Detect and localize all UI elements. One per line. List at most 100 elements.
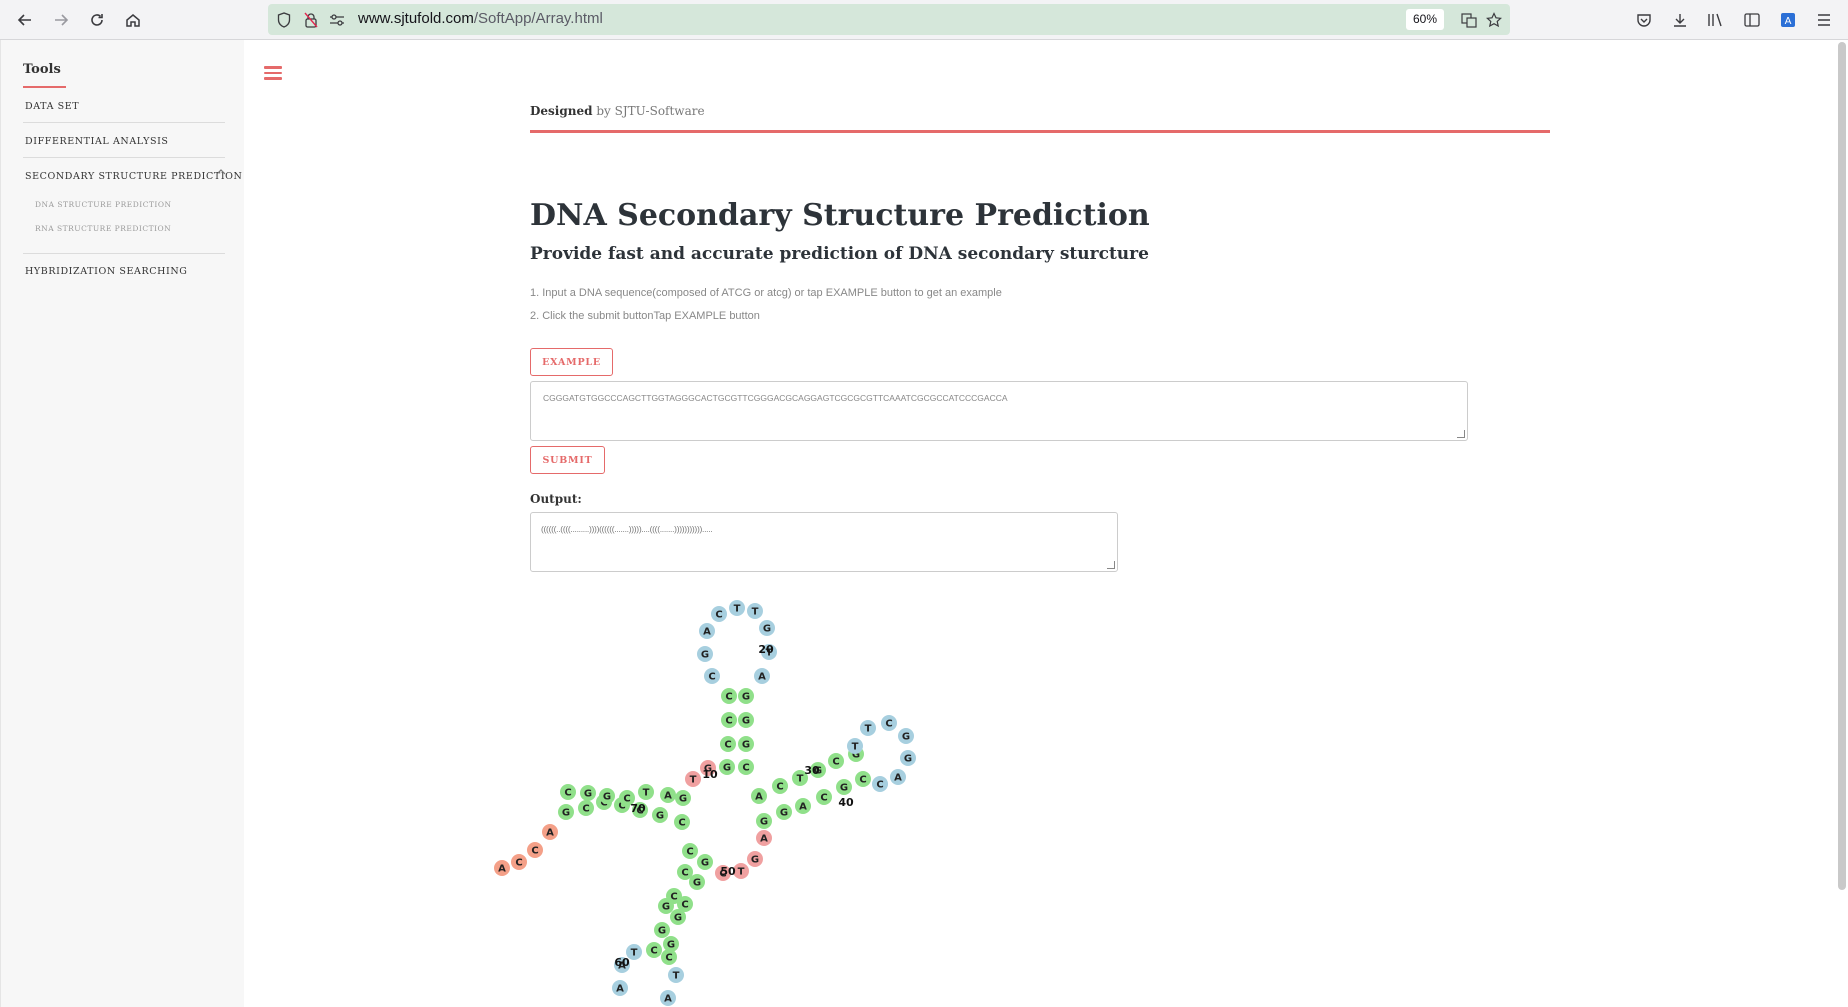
svg-text:G: G bbox=[656, 811, 664, 822]
svg-text:C: C bbox=[715, 610, 722, 621]
svg-text:A: A bbox=[664, 994, 672, 1005]
nucleotide: G bbox=[697, 646, 713, 662]
sidebar-title-underline bbox=[23, 86, 66, 88]
nucleotide: A bbox=[756, 830, 772, 846]
svg-text:A: A bbox=[498, 864, 506, 875]
sidebar-item-data-set[interactable]: DATA SET bbox=[25, 101, 79, 112]
index-label: 50 bbox=[720, 865, 736, 878]
nucleotide: A bbox=[660, 787, 676, 803]
svg-text:G: G bbox=[701, 858, 709, 869]
chevron-up-icon[interactable] bbox=[216, 168, 226, 178]
svg-text:C: C bbox=[708, 672, 715, 683]
nucleotide: C bbox=[872, 776, 888, 792]
nucleotide: C bbox=[855, 771, 871, 787]
url-domain: www.sjtufold.com bbox=[358, 10, 474, 27]
lock-warning-icon[interactable] bbox=[302, 11, 320, 29]
download-icon[interactable] bbox=[1668, 8, 1692, 32]
nucleotide: T bbox=[638, 784, 654, 800]
sidebar-item-differential-analysis[interactable]: DIFFERENTIAL ANALYSIS bbox=[25, 136, 169, 147]
svg-text:A: A bbox=[894, 773, 902, 784]
pocket-icon[interactable] bbox=[1632, 8, 1656, 32]
nucleotide: C bbox=[721, 688, 737, 704]
sidebar-toggle-icon[interactable] bbox=[1740, 8, 1764, 32]
address-bar[interactable]: www.sjtufold.com/SoftApp/Array.html 60% bbox=[268, 4, 1510, 35]
svg-text:G: G bbox=[674, 913, 682, 924]
svg-text:G: G bbox=[562, 808, 570, 819]
sidebar-item-secondary-structure-prediction[interactable]: SECONDARY STRUCTURE PREDICTION bbox=[25, 171, 242, 182]
svg-text:G: G bbox=[658, 926, 666, 937]
nucleotide: A bbox=[612, 980, 628, 996]
nucleotide: A bbox=[795, 798, 811, 814]
index-label: 30 bbox=[804, 764, 820, 777]
svg-text:C: C bbox=[885, 719, 892, 730]
svg-text:C: C bbox=[681, 868, 688, 879]
nucleotide: C bbox=[674, 814, 690, 830]
shield-icon[interactable] bbox=[275, 11, 293, 29]
sidebar-divider bbox=[23, 122, 225, 123]
sidebar-subitem-rna-structure-prediction[interactable]: RNA STRUCTURE PREDICTION bbox=[35, 224, 171, 233]
back-icon[interactable] bbox=[13, 8, 37, 32]
translate-extension-icon[interactable]: A bbox=[1776, 8, 1800, 32]
index-label: 70 bbox=[630, 802, 646, 815]
nucleotide: A bbox=[890, 769, 906, 785]
page-scrollbar[interactable] bbox=[1838, 42, 1846, 890]
permissions-icon[interactable] bbox=[328, 11, 346, 29]
nucleotide: G bbox=[654, 922, 670, 938]
svg-text:G: G bbox=[723, 763, 731, 774]
svg-text:G: G bbox=[742, 692, 750, 703]
svg-text:A: A bbox=[760, 834, 768, 845]
nucleotide: G bbox=[719, 759, 735, 775]
svg-text:C: C bbox=[876, 780, 883, 791]
svg-text:C: C bbox=[686, 847, 693, 858]
bookmark-star-icon[interactable] bbox=[1485, 11, 1503, 29]
nucleotide: C bbox=[772, 778, 788, 794]
browser-toolbar: www.sjtufold.com/SoftApp/Array.html 60% … bbox=[0, 0, 1848, 40]
home-icon[interactable] bbox=[121, 8, 145, 32]
tools-sidebar: Tools DATA SET DIFFERENTIAL ANALYSIS SEC… bbox=[0, 40, 244, 1007]
nucleotide: G bbox=[756, 813, 772, 829]
reload-icon[interactable] bbox=[85, 8, 109, 32]
nucleotide: A bbox=[754, 668, 770, 684]
nucleotide: C bbox=[578, 800, 594, 816]
library-icon[interactable] bbox=[1704, 8, 1728, 32]
svg-text:G: G bbox=[760, 817, 768, 828]
svg-text:C: C bbox=[678, 818, 685, 829]
nucleotide: G bbox=[738, 736, 754, 752]
zoom-level[interactable]: 60% bbox=[1406, 9, 1444, 30]
svg-text:G: G bbox=[603, 792, 611, 803]
svg-text:G: G bbox=[584, 789, 592, 800]
svg-text:C: C bbox=[820, 793, 827, 804]
svg-text:C: C bbox=[725, 716, 732, 727]
nucleotide: A bbox=[542, 824, 558, 840]
svg-text:T: T bbox=[738, 867, 745, 878]
nucleotide: G bbox=[580, 785, 596, 801]
nucleotide: C bbox=[721, 712, 737, 728]
svg-text:A: A bbox=[703, 627, 711, 638]
nucleotide: T bbox=[860, 720, 876, 736]
nucleotide: T bbox=[668, 967, 684, 983]
svg-text:C: C bbox=[650, 946, 657, 957]
nucleotide: C bbox=[881, 715, 897, 731]
svg-text:G: G bbox=[902, 732, 910, 743]
nucleotide: C bbox=[738, 759, 754, 775]
nucleotide: A bbox=[494, 860, 510, 876]
translate-icon[interactable] bbox=[1460, 11, 1478, 29]
svg-text:G: G bbox=[742, 740, 750, 751]
menu-icon[interactable] bbox=[1812, 8, 1836, 32]
forward-icon[interactable] bbox=[49, 8, 73, 32]
sidebar-item-hybridization-searching[interactable]: HYBRIDIZATION SEARCHING bbox=[25, 266, 187, 277]
svg-text:G: G bbox=[667, 940, 675, 951]
svg-text:T: T bbox=[643, 788, 650, 799]
index-label: 10 bbox=[702, 768, 718, 781]
svg-text:G: G bbox=[780, 808, 788, 819]
nucleotide: C bbox=[720, 736, 736, 752]
url-text[interactable]: www.sjtufold.com/SoftApp/Array.html bbox=[358, 10, 603, 27]
svg-text:G: G bbox=[763, 624, 771, 635]
nucleotide: G bbox=[747, 851, 763, 867]
svg-text:A: A bbox=[799, 802, 807, 813]
nucleotide: C bbox=[661, 949, 677, 965]
svg-text:C: C bbox=[531, 846, 538, 857]
sidebar-subitem-dna-structure-prediction[interactable]: DNA STRUCTURE PREDICTION bbox=[35, 200, 172, 209]
svg-text:T: T bbox=[673, 971, 680, 982]
nucleotide: G bbox=[738, 688, 754, 704]
